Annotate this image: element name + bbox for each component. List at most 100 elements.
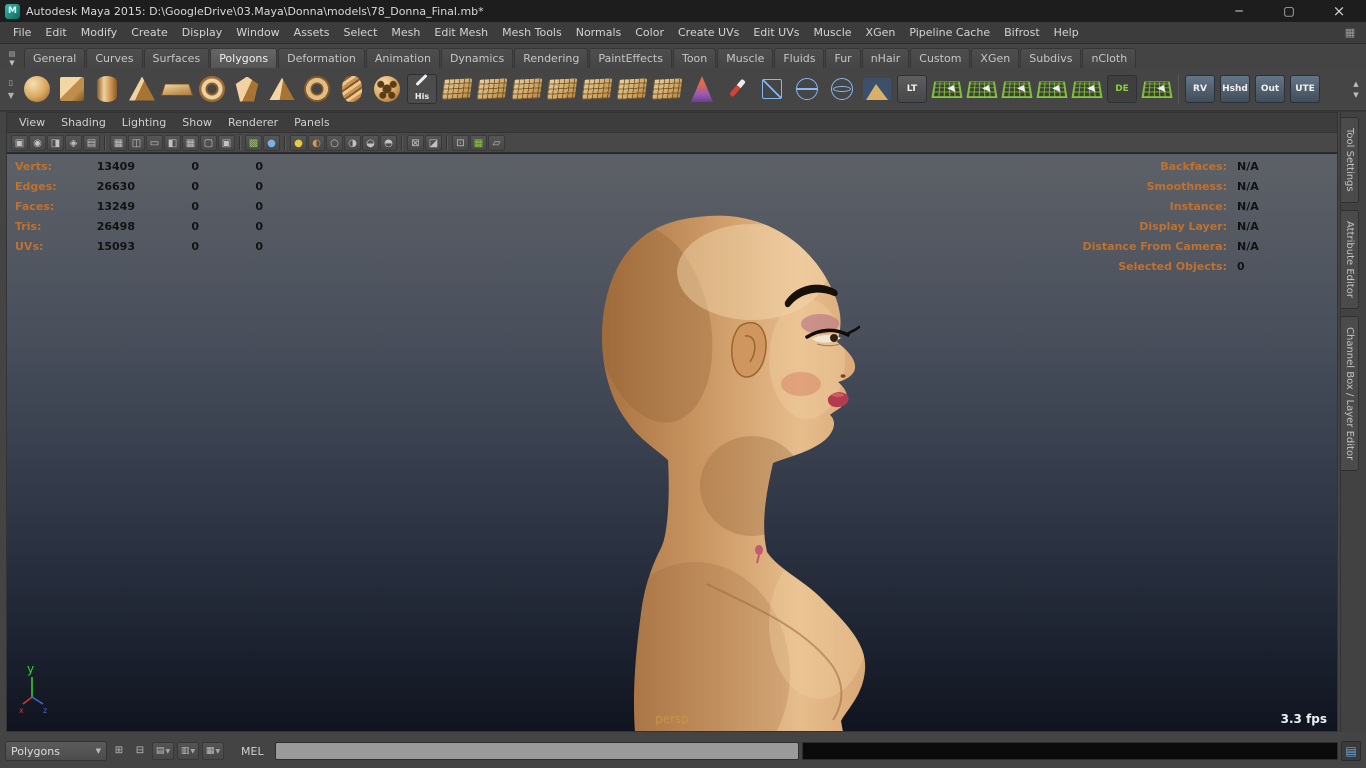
grid-tool-icon-1[interactable]: [930, 70, 964, 108]
menu-select[interactable]: Select: [336, 22, 384, 44]
menu-mesh[interactable]: Mesh: [384, 22, 427, 44]
bevel-icon[interactable]: [580, 70, 614, 108]
title-bar[interactable]: M Autodesk Maya 2015: D:\GoogleDrive\03.…: [0, 0, 1366, 22]
separate-icon[interactable]: [545, 70, 579, 108]
table-menu-icon-2[interactable]: ▥ ▼: [177, 742, 199, 760]
wire-cube-icon[interactable]: [755, 70, 789, 108]
mountain-icon[interactable]: [860, 70, 894, 108]
menu-modify[interactable]: Modify: [74, 22, 124, 44]
menu-mesh-tools[interactable]: Mesh Tools: [495, 22, 569, 44]
poly-torus-icon[interactable]: [195, 70, 229, 108]
menu-muscle[interactable]: Muscle: [806, 22, 858, 44]
shelf-tab-xgen[interactable]: XGen: [971, 48, 1020, 68]
poly-cube-icon[interactable]: [55, 70, 89, 108]
poly-soccer-ball-icon[interactable]: [370, 70, 404, 108]
menu-display[interactable]: Display: [175, 22, 230, 44]
wire-circle-icon[interactable]: [790, 70, 824, 108]
lock-camera-icon[interactable]: ◉: [29, 134, 46, 151]
poly-prism-icon[interactable]: [230, 70, 264, 108]
shelf-tab-surfaces[interactable]: Surfaces: [143, 48, 210, 68]
grid-tool-icon-5[interactable]: [1070, 70, 1104, 108]
menu-create[interactable]: Create: [124, 22, 175, 44]
safe-action-icon[interactable]: ▢: [200, 134, 217, 151]
tab-tool-settings[interactable]: Tool Settings: [1341, 117, 1359, 203]
shelf-tab-nhair[interactable]: nHair: [861, 48, 910, 68]
combine-icon[interactable]: [510, 70, 544, 108]
hypershade-icon[interactable]: Hshd: [1218, 70, 1252, 108]
menu-window[interactable]: Window: [229, 22, 286, 44]
shelf-tab-deformation[interactable]: Deformation: [278, 48, 365, 68]
paint-tool-icon[interactable]: [720, 70, 754, 108]
grid-tool-icon-2[interactable]: [965, 70, 999, 108]
grid-with-arrow-icon-1[interactable]: ⊞: [110, 742, 128, 760]
shelf-tab-ncloth[interactable]: nCloth: [1082, 48, 1137, 68]
shelf-tab-curves[interactable]: Curves: [86, 48, 143, 68]
resolution-gate-icon[interactable]: ▭: [146, 134, 163, 151]
command-result-field[interactable]: [801, 742, 1338, 760]
shelf-tab-animation[interactable]: Animation: [365, 48, 440, 68]
poly-pipe-icon[interactable]: [300, 70, 334, 108]
poly-plane-icon[interactable]: [160, 70, 194, 108]
shelf-menu-widget[interactable]: ▯ ▼: [2, 69, 20, 109]
menu-assets[interactable]: Assets: [287, 22, 337, 44]
grid-tool-icon-6[interactable]: [1140, 70, 1174, 108]
minimize-button[interactable]: ─: [1217, 0, 1261, 22]
table-menu-icon-3[interactable]: ▦ ▼: [202, 742, 224, 760]
boolean-icon[interactable]: [615, 70, 649, 108]
shelf-scroll-widget[interactable]: ▲ ▼: [1348, 80, 1364, 99]
poly-cone-icon[interactable]: [125, 70, 159, 108]
shelf-tab-custom[interactable]: Custom: [910, 48, 971, 68]
menu-color[interactable]: Color: [628, 22, 671, 44]
menu-xgen[interactable]: XGen: [859, 22, 903, 44]
xray-icon[interactable]: ⊠: [407, 134, 424, 151]
panel-menu-shading[interactable]: Shading: [53, 116, 114, 129]
menu-edit[interactable]: Edit: [38, 22, 73, 44]
grid-with-arrow-icon-2[interactable]: ⊟: [131, 742, 149, 760]
de-tool-icon[interactable]: DE: [1105, 70, 1139, 108]
tab-channel-box-layer-editor[interactable]: Channel Box / Layer Editor: [1341, 315, 1359, 471]
tab-attribute-editor[interactable]: Attribute Editor: [1341, 209, 1359, 309]
lt-tool-icon[interactable]: LT: [895, 70, 929, 108]
panel-menu-renderer[interactable]: Renderer: [220, 116, 286, 129]
field-chart-icon[interactable]: ▦: [182, 134, 199, 151]
maximize-button[interactable]: ▢: [1267, 0, 1311, 22]
outliner-icon[interactable]: Out: [1253, 70, 1287, 108]
shelf-tab-painteffects[interactable]: PaintEffects: [589, 48, 672, 68]
panel-menu-panels[interactable]: Panels: [286, 116, 337, 129]
sculpt-tool-icon[interactable]: [685, 70, 719, 108]
bridge-icon[interactable]: [475, 70, 509, 108]
shelf-tab-fur[interactable]: Fur: [825, 48, 861, 68]
menu-bifrost[interactable]: Bifrost: [997, 22, 1047, 44]
film-gate-icon[interactable]: ◫: [128, 134, 145, 151]
menu-normals[interactable]: Normals: [569, 22, 629, 44]
lights-icon[interactable]: ●: [290, 134, 307, 151]
screen-space-ao-icon[interactable]: ◒: [362, 134, 379, 151]
multisample-icon[interactable]: ▦: [470, 134, 487, 151]
shelf-tab-general[interactable]: General: [24, 48, 86, 68]
table-menu-icon-1[interactable]: ▤ ▼: [152, 742, 174, 760]
render-view-icon[interactable]: RV: [1183, 70, 1217, 108]
shelf-tab-polygons[interactable]: Polygons: [210, 48, 278, 68]
shelf-tab-selector-icon[interactable]: ▤ ▼: [4, 48, 20, 68]
shelf-tab-toon[interactable]: Toon: [672, 48, 717, 68]
shelf-tab-rendering[interactable]: Rendering: [514, 48, 589, 68]
bookmarks-icon[interactable]: ◈: [65, 134, 82, 151]
grid-tool-icon-3[interactable]: [1000, 70, 1034, 108]
shaded-icon[interactable]: ◐: [308, 134, 325, 151]
snapshot-icon[interactable]: ⊡: [452, 134, 469, 151]
shelf-tab-muscle[interactable]: Muscle: [717, 48, 774, 68]
shadows-icon[interactable]: ◑: [344, 134, 361, 151]
menu-file[interactable]: File: [6, 22, 38, 44]
grid-tool-icon-4[interactable]: [1035, 70, 1069, 108]
poly-pyramid-icon[interactable]: [265, 70, 299, 108]
camera-attributes-icon[interactable]: ◨: [47, 134, 64, 151]
grease-pencil-icon[interactable]: ▱: [488, 134, 505, 151]
shelf-tab-fluids[interactable]: Fluids: [774, 48, 825, 68]
selection-mask-dropdown[interactable]: Polygons ▼: [5, 741, 107, 761]
close-button[interactable]: ×: [1317, 0, 1361, 22]
workspace-icon[interactable]: ▦: [1340, 26, 1360, 39]
uv-checker-icon[interactable]: ▩: [245, 134, 262, 151]
menu-edit-mesh[interactable]: Edit Mesh: [427, 22, 495, 44]
image-plane-icon[interactable]: ▤: [83, 134, 100, 151]
safe-title-icon[interactable]: ▣: [218, 134, 235, 151]
